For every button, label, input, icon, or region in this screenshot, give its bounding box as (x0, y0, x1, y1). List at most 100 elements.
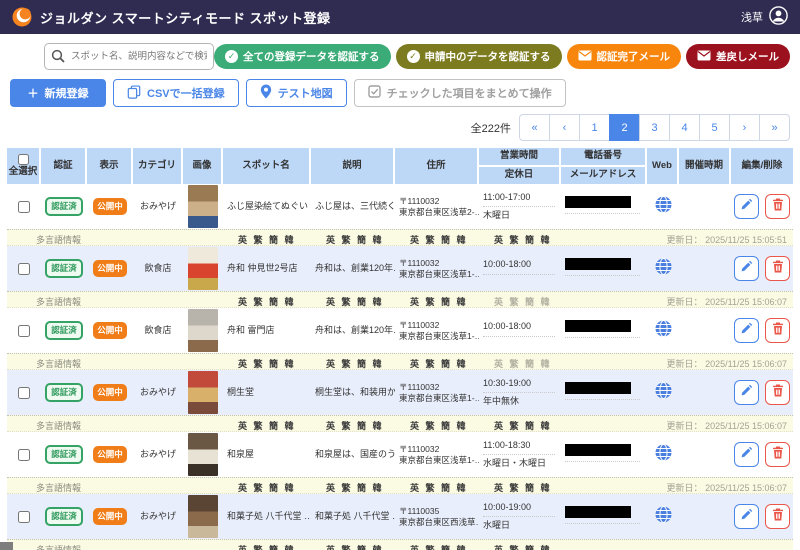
lang-status-hours: 英 繁 簡 韓 (494, 295, 552, 308)
csv-bulk-upload-button[interactable]: CSVで一括登録 (113, 79, 239, 107)
bulk-check-icon (368, 85, 381, 101)
multilang-sub-row: 多言語情報 英 繁 簡 韓 英 繁 簡 韓 英 繁 簡 韓 英 繁 簡 韓 更新… (7, 291, 793, 308)
updated-timestamp: 2025/11/25 15:06:07 (705, 483, 787, 493)
page-button-9[interactable]: » (759, 114, 790, 141)
phone-number-redacted (565, 320, 631, 332)
multilang-label: 多言語情報 (36, 419, 81, 432)
delete-button[interactable] (765, 318, 790, 343)
edit-button[interactable] (734, 380, 759, 405)
globe-icon[interactable] (655, 506, 672, 526)
edit-button[interactable] (734, 194, 759, 219)
table-header-row: 全選択 認証 表示 カテゴリ 画像 スポット名 説明 住所 営業時間 定休日 電… (7, 148, 793, 184)
lang-status-desc: 英 繁 簡 韓 (326, 233, 384, 246)
row-checkbox[interactable] (18, 201, 30, 213)
pagination-row: 全222件 «‹12345›» (10, 114, 790, 141)
globe-icon[interactable] (655, 320, 672, 340)
page-button-6[interactable]: 4 (669, 114, 700, 141)
header-visibility: 表示 (87, 148, 133, 184)
spot-name: 桐生堂 (227, 387, 311, 398)
page-button-3[interactable]: 1 (579, 114, 610, 141)
lang-status-addr: 英 繁 簡 韓 (410, 295, 468, 308)
business-hours: 10:00-18:00 (483, 259, 531, 270)
delete-button[interactable] (765, 256, 790, 281)
spot-name: 和泉屋 (227, 449, 311, 460)
address: 東京都台東区浅草1-… (399, 455, 479, 466)
delete-button[interactable] (765, 194, 790, 219)
postal-code: 〒1110032 (399, 444, 479, 455)
trash-icon (772, 322, 784, 338)
lang-status-name: 英 繁 簡 韓 (238, 233, 296, 246)
spot-description: 舟和は、創業120年… (315, 325, 395, 336)
table-row: 認証済 公開中 おみやげ 和泉屋 和泉屋は、国産のう… 〒1110032 東京都… (7, 432, 793, 494)
header-select-all: 全選択 (7, 148, 41, 184)
spot-description: 舟和は、創業120年… (315, 263, 395, 274)
trash-icon (772, 260, 784, 276)
closed-day: 水曜日 (483, 520, 510, 531)
search-input[interactable] (44, 43, 214, 70)
page-button-5[interactable]: 3 (639, 114, 670, 141)
globe-icon[interactable] (655, 382, 672, 402)
page-button-7[interactable]: 5 (699, 114, 730, 141)
globe-icon[interactable] (655, 444, 672, 464)
visibility-status-badge: 公開中 (93, 508, 127, 525)
visibility-status-badge: 公開中 (93, 260, 127, 277)
select-all-checkbox[interactable] (18, 154, 29, 165)
page: ジョルダン スマートシティモード スポット登録 浅草 (0, 0, 800, 550)
visibility-status-badge: 公開中 (93, 198, 127, 215)
updated-timestamp: 2025/11/25 15:06:07 (705, 421, 787, 431)
row-checkbox[interactable] (18, 449, 30, 461)
bulk-operation-button[interactable]: チェックした項目をまとめて操作 (354, 79, 566, 107)
check-circle-icon: ✓ (407, 50, 420, 63)
page-button-4[interactable]: 2 (609, 114, 640, 141)
page-button-8[interactable]: › (729, 114, 760, 141)
multilang-label: 多言語情報 (36, 357, 81, 370)
row-checkbox[interactable] (18, 263, 30, 275)
table-row: 認証済 公開中 おみやげ 桐生堂 桐生堂は、和装用か… 〒1110032 東京都… (7, 370, 793, 432)
multilang-sub-row: 多言語情報 英 繁 簡 韓 英 繁 簡 韓 英 繁 簡 韓 英 繁 簡 韓 更新… (7, 477, 793, 494)
user-avatar-icon[interactable] (769, 6, 788, 28)
delete-button[interactable] (765, 504, 790, 529)
lang-status-hours: 英 繁 簡 韓 (494, 357, 552, 370)
lang-status-hours: 英 繁 簡 韓 (494, 233, 552, 246)
edit-button[interactable] (734, 318, 759, 343)
globe-icon[interactable] (655, 196, 672, 216)
lang-status-desc: 英 繁 簡 韓 (326, 543, 384, 550)
header-spot-name: スポット名 (223, 148, 311, 184)
edit-button[interactable] (734, 442, 759, 467)
horizontal-scrollbar-thumb[interactable] (0, 542, 13, 550)
delete-button[interactable] (765, 442, 790, 467)
pencil-icon (740, 260, 753, 276)
category-label: おみやげ (140, 449, 176, 460)
postal-code: 〒1110032 (399, 258, 479, 269)
updated-timestamp: 2025/11/25 15:06:07 (705, 297, 787, 307)
return-mail-button[interactable]: 差戻しメール (686, 44, 790, 69)
page-button-2[interactable]: ‹ (549, 114, 580, 141)
postal-code: 〒1110032 (399, 320, 479, 331)
verify-pending-button[interactable]: ✓ 申請中のデータを認証する (396, 44, 562, 69)
row-checkbox[interactable] (18, 511, 30, 523)
pencil-icon (740, 322, 753, 338)
lang-status-hours: 英 繁 簡 韓 (494, 543, 552, 550)
auth-status-badge: 認証済 (45, 321, 83, 340)
page-button-1[interactable]: « (519, 114, 550, 141)
delete-button[interactable] (765, 380, 790, 405)
test-map-button[interactable]: テスト地図 (246, 79, 347, 107)
multilang-label: 多言語情報 (36, 481, 81, 494)
spot-photo (188, 371, 218, 414)
edit-button[interactable] (734, 504, 759, 529)
verify-all-button[interactable]: ✓ 全ての登録データを認証する (214, 44, 391, 69)
row-checkbox[interactable] (18, 387, 30, 399)
globe-icon[interactable] (655, 258, 672, 278)
trash-icon (772, 198, 784, 214)
visibility-status-badge: 公開中 (93, 446, 127, 463)
table-row: 認証済 公開中 おみやげ 和菓子処 八千代堂 … 和菓子処 八千代堂 … 〒11… (7, 494, 793, 550)
postal-code: 〒1110035 (399, 506, 479, 517)
new-registration-button[interactable]: ＋ 新規登録 (10, 79, 106, 107)
lang-status-desc: 英 繁 簡 韓 (326, 481, 384, 494)
header-category: カテゴリ (133, 148, 183, 184)
table-body: 認証済 公開中 おみやげ ふじ屋染絵てぬぐい … ふじ屋は、三代続く… 〒111… (7, 184, 793, 550)
row-checkbox[interactable] (18, 325, 30, 337)
auth-status-badge: 認証済 (45, 259, 83, 278)
edit-button[interactable] (734, 256, 759, 281)
verified-mail-button[interactable]: 認証完了メール (567, 44, 682, 69)
